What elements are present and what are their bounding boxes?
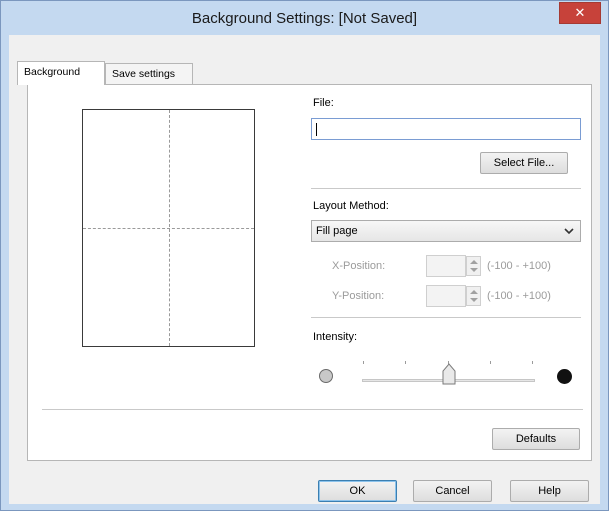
tab-save-settings-label: Save settings (112, 68, 176, 80)
spin-up-icon (470, 290, 478, 294)
cancel-button[interactable]: Cancel (413, 480, 492, 502)
text-caret (316, 123, 317, 136)
x-position-label: X-Position: (332, 260, 386, 272)
x-position-spinner[interactable] (466, 256, 481, 276)
layout-method-select[interactable]: Fill page (311, 220, 581, 242)
close-icon: ✕ (574, 5, 586, 20)
separator-file (311, 188, 581, 189)
ok-button[interactable]: OK (318, 480, 397, 502)
intensity-label: Intensity: (313, 331, 358, 343)
preview-horizontal-guide (83, 228, 254, 229)
slider-tick (490, 361, 491, 364)
layout-method-label: Layout Method: (313, 200, 389, 212)
slider-tick (532, 361, 533, 364)
intensity-slider-thumb[interactable] (442, 363, 456, 388)
tab-save-settings[interactable]: Save settings (105, 63, 193, 84)
page-preview (82, 109, 255, 347)
select-file-button-label: Select File... (493, 157, 555, 169)
cancel-button-label: Cancel (435, 485, 470, 497)
y-position-spinner[interactable] (466, 286, 481, 306)
slider-tick (363, 361, 364, 364)
separator-bottom (42, 409, 583, 410)
dark-intensity-icon (557, 369, 572, 384)
spin-down-icon (470, 268, 478, 272)
tab-background[interactable]: Background (17, 61, 105, 85)
ok-button-label: OK (349, 485, 366, 497)
y-position-range: (-100 - +100) (487, 290, 551, 302)
defaults-button[interactable]: Defaults (492, 428, 580, 450)
close-button[interactable]: ✕ (559, 2, 601, 24)
y-position-label: Y-Position: (332, 290, 385, 302)
spin-up-icon (470, 260, 478, 264)
select-file-button[interactable]: Select File... (480, 152, 568, 174)
spin-down-icon (470, 298, 478, 302)
file-input[interactable] (311, 118, 581, 140)
title-bar[interactable]: Background Settings: [Not Saved] ✕ (1, 1, 608, 35)
slider-tick (405, 361, 406, 364)
x-position-range: (-100 - +100) (487, 260, 551, 272)
help-button-label: Help (538, 485, 561, 497)
light-intensity-icon (319, 369, 333, 383)
x-position-input[interactable] (426, 255, 466, 277)
chevron-down-icon (564, 224, 574, 241)
layout-method-value: Fill page (316, 225, 358, 237)
y-position-input[interactable] (426, 285, 466, 307)
separator-layout (311, 317, 581, 318)
tab-background-label: Background (24, 66, 81, 78)
defaults-button-label: Defaults (515, 433, 557, 445)
help-button[interactable]: Help (510, 480, 589, 502)
file-label: File: (313, 97, 334, 109)
dialog-window: Background Settings: [Not Saved] ✕ Backg… (0, 0, 609, 511)
window-title: Background Settings: [Not Saved] (191, 10, 418, 27)
